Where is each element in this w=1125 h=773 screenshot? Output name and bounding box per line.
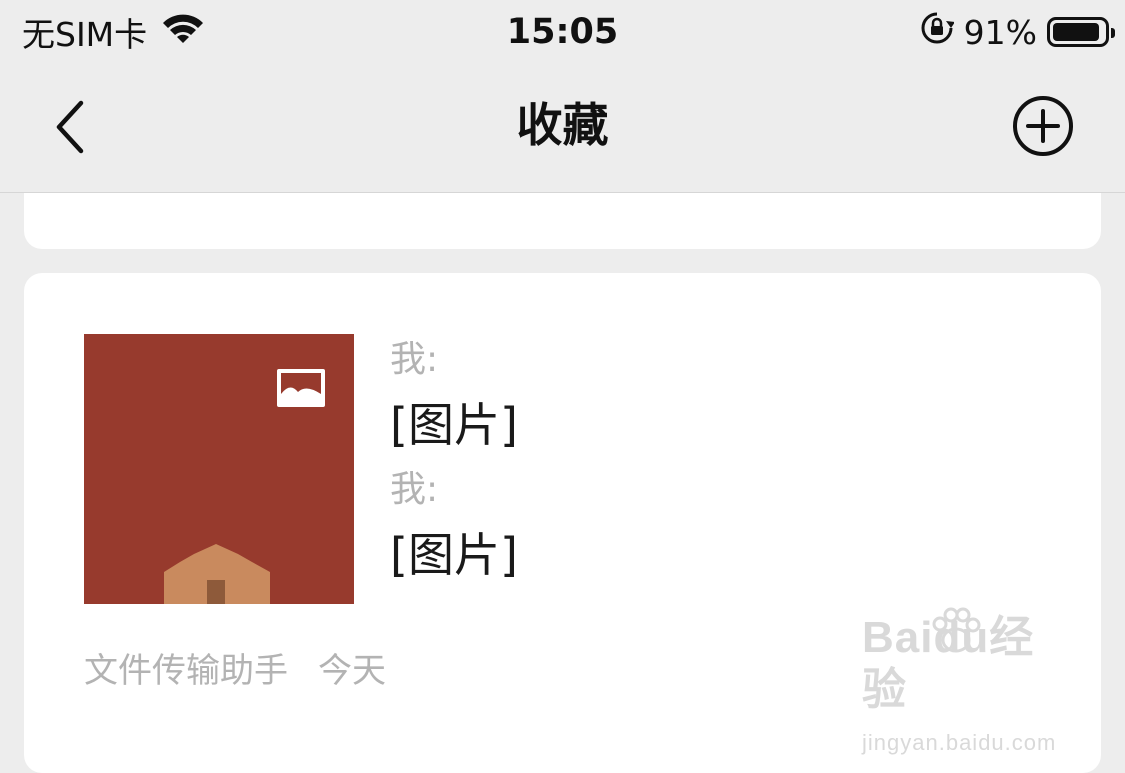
message-text: [图片] <box>390 398 518 452</box>
status-right: 91% <box>920 10 1115 54</box>
baidu-watermark: Baidu经验 jingyan.baidu.com <box>862 607 1072 755</box>
battery-fill <box>1053 23 1099 41</box>
battery-percent: 91% <box>963 12 1037 52</box>
date-label: 今天 <box>318 651 386 691</box>
favorite-meta: 文件传输助手 今天 <box>84 643 386 692</box>
status-bar: 无SIM卡 15:05 91% <box>0 0 1125 64</box>
battery-icon <box>1047 17 1115 47</box>
favorite-card-previous[interactable] <box>24 193 1101 249</box>
source-label: 文件传输助手 <box>84 651 288 691</box>
favorite-content: 我: [图片] 我: [图片] <box>390 334 518 594</box>
add-button[interactable] <box>1011 94 1075 158</box>
navigation-bar: 收藏 <box>0 64 1125 193</box>
sender-label: 我: <box>390 469 439 510</box>
message-text: [图片] <box>390 528 518 582</box>
plus-circle-icon <box>1013 96 1073 156</box>
paw-icon <box>932 607 981 653</box>
image-icon <box>277 369 325 407</box>
image-thumbnail[interactable] <box>84 334 354 604</box>
sender-label: 我: <box>390 339 439 380</box>
page-title: 收藏 <box>516 98 609 152</box>
watermark-url: jingyan.baidu.com <box>862 730 1057 755</box>
orientation-lock-icon <box>920 11 955 53</box>
